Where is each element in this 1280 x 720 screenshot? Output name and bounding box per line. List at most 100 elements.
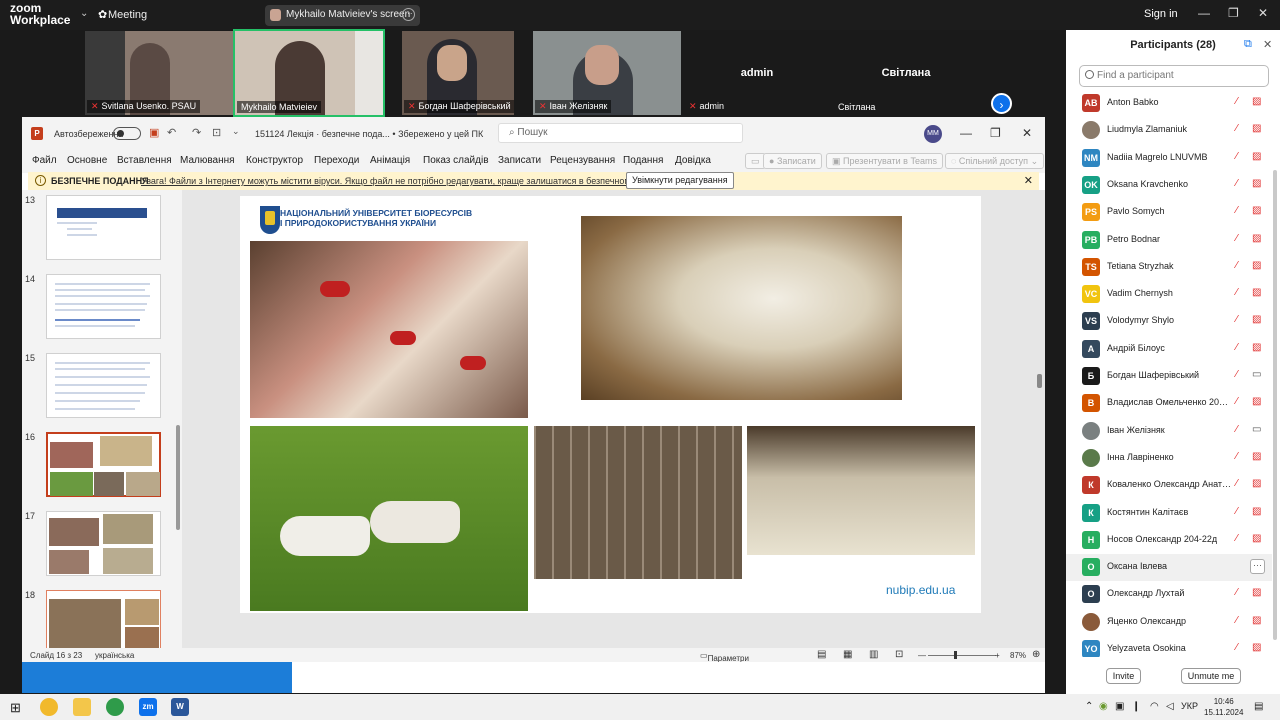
video-off-icon[interactable]: ▨ — [1252, 478, 1261, 489]
close-icon[interactable]: ✕ — [1022, 126, 1032, 140]
mic-muted-icon[interactable]: ⁄ — [1236, 260, 1238, 271]
mic-muted-icon[interactable]: ⁄ — [1236, 151, 1238, 162]
share-button[interactable]: ◌ Спільний доступ ⌄ — [945, 153, 1045, 169]
tray-zoom-icon[interactable]: ▣ — [1115, 701, 1124, 712]
minimize-icon[interactable]: — — [1198, 6, 1210, 20]
slide-thumbnail[interactable] — [46, 195, 161, 260]
meeting-label[interactable]: Meeting — [108, 9, 147, 21]
mic-muted-icon[interactable]: ⁄ — [1236, 287, 1238, 298]
video-tile-active-speaker[interactable]: Mykhailo Matvieiev — [233, 29, 385, 117]
participant-row[interactable]: В Владислав Омельченко 204-2... ⁄ ▨ — [1066, 390, 1272, 417]
next-page-button[interactable]: › — [991, 93, 1012, 114]
tab-home[interactable]: Основне — [67, 155, 107, 166]
video-off-icon[interactable]: ▨ — [1252, 533, 1261, 544]
participant-row[interactable]: TS Tetiana Stryzhak ⁄ ▨ — [1066, 254, 1272, 281]
tab-record[interactable]: Записати — [498, 155, 541, 166]
participant-row[interactable]: OK Oksana Kravchenko ⁄ ▨ — [1066, 172, 1272, 199]
participant-row[interactable]: YO Yelyzaveta Osokina ⁄ ▨ — [1066, 636, 1272, 657]
mic-muted-icon[interactable]: ⁄ — [1236, 642, 1238, 653]
participant-row[interactable]: Б Богдан Шаферівський ⁄ ▭ — [1066, 363, 1272, 390]
participant-row[interactable]: О Олександр Лухтай ⁄ ▨ — [1066, 581, 1272, 608]
normal-view-icon[interactable]: ▤ — [817, 649, 826, 660]
share-screen-pill[interactable]: Mykhailo Matvieiev's screen ··· — [265, 5, 420, 26]
participant-row[interactable]: VC Vadim Chernysh ⁄ ▨ — [1066, 281, 1272, 308]
zoom-in-icon[interactable]: + — [995, 651, 1000, 660]
mic-icon[interactable]: ❙ — [1132, 701, 1140, 712]
video-off-icon[interactable]: ▨ — [1252, 205, 1261, 216]
slide-thumbnail[interactable] — [46, 511, 161, 576]
video-off-icon[interactable]: ▨ — [1252, 151, 1261, 162]
video-off-icon[interactable]: ▨ — [1252, 506, 1261, 517]
enable-editing-button[interactable]: Увімкнути редагування — [626, 172, 734, 189]
mic-muted-icon[interactable]: ⁄ — [1236, 178, 1238, 189]
participant-row[interactable]: Н Носов Олександр 204-22д ⁄ ▨ — [1066, 527, 1272, 554]
notifications-icon[interactable]: ▤ — [1254, 701, 1263, 712]
word-icon[interactable]: W — [171, 698, 189, 716]
video-off-icon[interactable]: ▨ — [1252, 178, 1261, 189]
video-off-icon[interactable]: ▨ — [1252, 587, 1261, 598]
participant-row[interactable]: PB Petro Bodnar ⁄ ▨ — [1066, 227, 1272, 254]
website-url[interactable]: nubip.edu.ua — [886, 583, 955, 597]
zoom-app-icon[interactable]: zm — [139, 698, 157, 716]
chevron-down-icon[interactable]: ⌄ — [80, 8, 88, 19]
video-off-icon[interactable]: ▨ — [1252, 260, 1261, 271]
customize-icon[interactable]: ⌄ — [232, 126, 240, 137]
wifi-icon[interactable]: ◠ — [1150, 701, 1159, 712]
mic-muted-icon[interactable]: ⁄ — [1236, 396, 1238, 407]
video-off-icon[interactable]: ▨ — [1252, 642, 1261, 653]
sign-in-link[interactable]: Sign in — [1144, 8, 1178, 20]
windows-start-icon[interactable]: ⊞ — [10, 700, 21, 716]
close-icon[interactable]: ✕ — [1024, 174, 1033, 187]
chrome-icon[interactable] — [40, 698, 58, 716]
clock[interactable]: 10:46 15.11.2024 — [1204, 696, 1243, 718]
close-icon[interactable]: ✕ — [1263, 38, 1272, 51]
user-avatar[interactable]: ММ — [924, 125, 942, 143]
slide-thumbnail[interactable] — [46, 590, 161, 648]
video-tile[interactable]: ✕ Іван Желізняк — [533, 31, 681, 115]
record-button[interactable]: ● Записати — [763, 153, 822, 169]
mic-muted-icon[interactable]: ⁄ — [1236, 451, 1238, 462]
mic-muted-icon[interactable]: ⁄ — [1236, 506, 1238, 517]
restore-icon[interactable]: ❐ — [1228, 6, 1239, 20]
video-off-icon[interactable]: ▨ — [1252, 314, 1261, 325]
video-off-icon[interactable]: ▨ — [1252, 342, 1261, 353]
video-off-icon[interactable]: ▨ — [1252, 615, 1261, 626]
thumbnails-scrollbar[interactable] — [175, 190, 182, 648]
language-indicator[interactable]: українська — [95, 651, 134, 660]
video-on-icon[interactable]: ▭ — [1252, 369, 1261, 380]
tray-app-icon[interactable]: ◉ — [1099, 701, 1108, 712]
slide-thumbnail[interactable] — [46, 274, 161, 339]
search-input[interactable]: Find a participant — [1079, 65, 1269, 87]
participant-row[interactable]: К Коваленко Олександр Анатол... ⁄ ▨ — [1066, 472, 1272, 499]
participant-row[interactable]: Liudmyla Zlamaniuk ⁄ ▨ — [1066, 117, 1272, 144]
video-off-icon[interactable]: ▨ — [1252, 396, 1261, 407]
tab-review[interactable]: Рецензування — [550, 155, 615, 166]
zoom-level[interactable]: 87% — [1010, 651, 1026, 660]
video-tile[interactable]: Світлана Світлана — [832, 31, 980, 115]
view-settings-button[interactable]: ▭ Параметри відображення — [700, 651, 759, 672]
mic-muted-icon[interactable]: ⁄ — [1236, 533, 1238, 544]
fit-to-window-icon[interactable]: ⊕ — [1032, 649, 1040, 660]
reading-view-icon[interactable]: ▥ — [869, 649, 878, 660]
sound-icon[interactable]: ◁ — [1166, 701, 1174, 712]
video-on-icon[interactable]: ▭ — [1252, 424, 1261, 435]
tab-transitions[interactable]: Переходи — [314, 155, 359, 166]
restore-icon[interactable]: ❐ — [990, 126, 1001, 140]
present-in-teams-button[interactable]: ▣ Презентувати в Teams — [826, 153, 943, 169]
mic-muted-icon[interactable]: ⁄ — [1236, 478, 1238, 489]
popout-icon[interactable]: ⧉ — [1244, 38, 1252, 51]
tab-slideshow[interactable]: Показ слайдів — [423, 155, 489, 166]
undo-icon[interactable]: ↶ — [167, 126, 176, 139]
more-options-button[interactable]: ··· — [1250, 559, 1265, 575]
tab-draw[interactable]: Малювання — [180, 155, 235, 166]
mic-muted-icon[interactable]: ⁄ — [1236, 314, 1238, 325]
slide-thumbnail-selected[interactable] — [46, 432, 161, 497]
video-tile[interactable]: ✕ Богдан Шаферівський — [402, 31, 514, 115]
participant-row[interactable]: PS Pavlo Somych ⁄ ▨ — [1066, 199, 1272, 226]
participant-row[interactable]: AB Anton Babko ⁄ ▨ — [1066, 90, 1272, 117]
present-icon[interactable]: ⊡ — [212, 126, 221, 139]
tab-insert[interactable]: Вставлення — [117, 155, 172, 166]
current-slide[interactable]: НАЦІОНАЛЬНИЙ УНІВЕРСИТЕТ БІОРЕСУРСІВ І ПР… — [240, 196, 981, 613]
slide-scrollbar[interactable] — [1035, 190, 1045, 648]
participant-row[interactable]: Інна Лавріненко ⁄ ▨ — [1066, 445, 1272, 472]
